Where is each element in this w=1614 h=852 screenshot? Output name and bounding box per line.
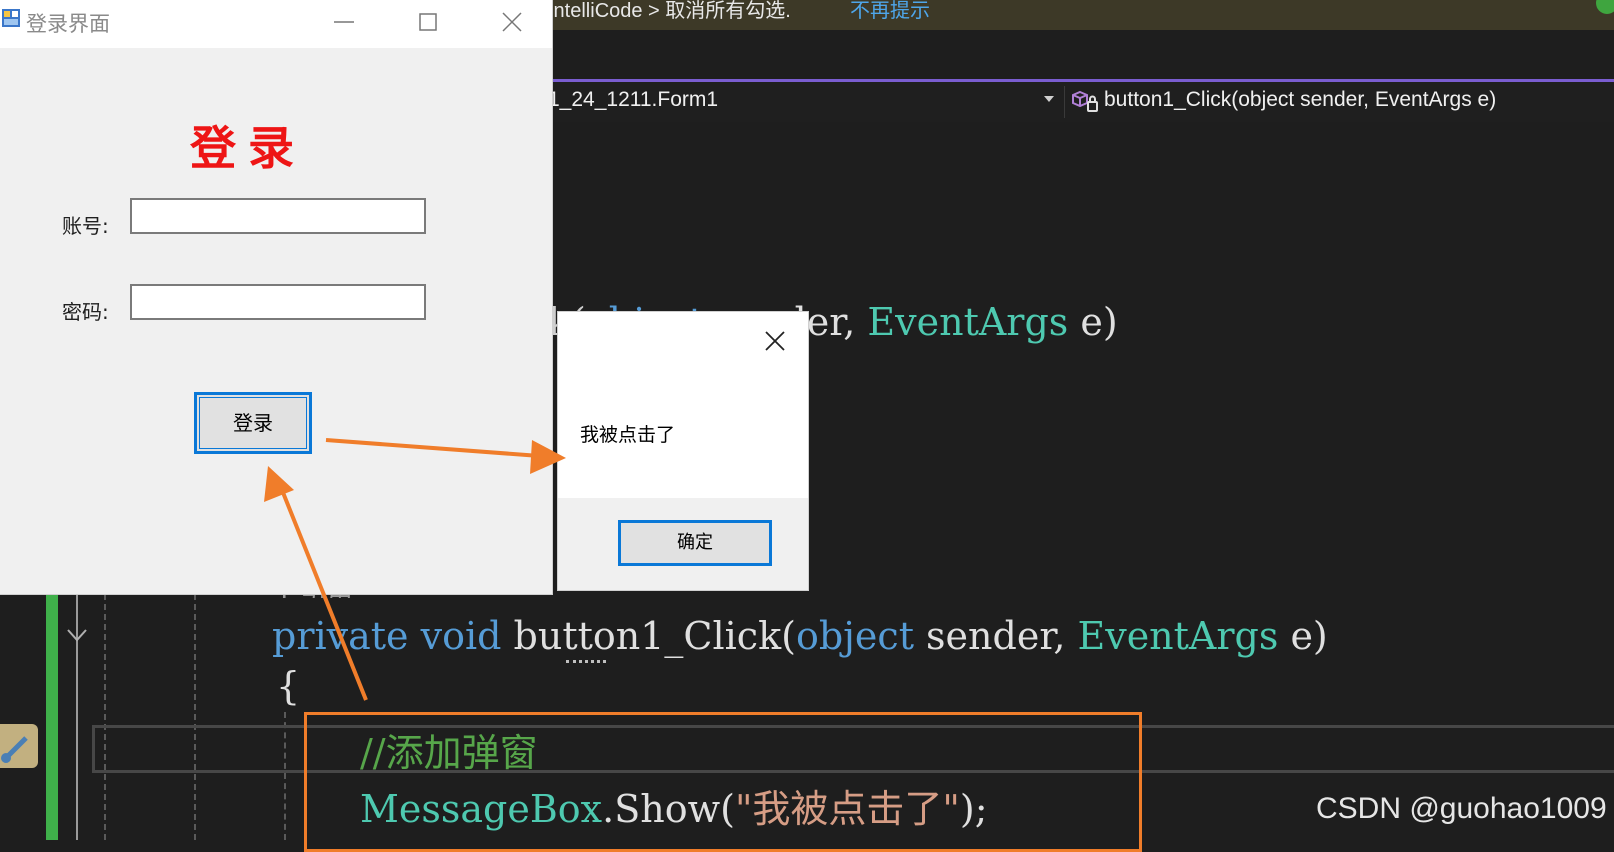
close-icon[interactable]	[498, 8, 526, 36]
minimize-icon[interactable]	[330, 8, 358, 36]
account-input[interactable]	[130, 198, 426, 234]
login-window: 登录界面 登录 账号: 密码: 登录	[0, 0, 552, 594]
code-type: EventArgs	[867, 300, 1069, 344]
code-identifier: sender,	[913, 614, 1078, 658]
code-identifier: e)	[1278, 614, 1328, 658]
code-keyword: void	[420, 614, 502, 658]
divider	[1064, 86, 1065, 118]
class-dropdown[interactable]: 1_24_1211.Form1	[548, 88, 718, 112]
password-input[interactable]	[130, 284, 426, 320]
infobar-message: IntelliCode > 取消所有勾选.	[548, 0, 791, 22]
annotation-highlight-box	[304, 712, 1142, 852]
maximize-icon[interactable]	[414, 8, 442, 36]
code-keyword: object	[795, 614, 914, 658]
message-box: 我被点击了 确定	[558, 312, 808, 590]
close-icon[interactable]	[760, 326, 790, 356]
account-label: 账号:	[62, 214, 109, 238]
login-heading: 登录	[190, 121, 306, 175]
indent-guide	[104, 594, 106, 840]
code-method-name: button1_Click	[513, 614, 782, 658]
change-indicator	[46, 590, 58, 840]
code-type: EventArgs	[1077, 614, 1279, 658]
window-titlebar[interactable]: 登录界面	[0, 0, 552, 48]
suggestion-dots	[566, 660, 606, 663]
code-open-brace: {	[276, 664, 301, 708]
screwdriver-icon	[1, 736, 28, 763]
app-icon	[2, 9, 20, 27]
code-line-signature: private void button1_Click(object sender…	[272, 614, 1328, 658]
infobar-dismiss-link[interactable]: 不再提示	[850, 0, 930, 23]
code-keyword: private	[272, 614, 409, 658]
indent-guide	[194, 594, 196, 840]
ok-button[interactable]: 确定	[618, 520, 772, 566]
status-dot	[1596, 0, 1614, 14]
method-cube-icon	[1072, 90, 1098, 112]
password-label: 密码:	[62, 300, 109, 324]
method-dropdown[interactable]: button1_Click(object sender, EventArgs e…	[1104, 88, 1496, 112]
fold-chevron-icon[interactable]	[62, 626, 92, 646]
code-identifier: e)	[1068, 300, 1118, 344]
login-button[interactable]: 登录	[194, 392, 312, 454]
watermark: CSDN @guohao1009	[1316, 792, 1607, 825]
code-punct: (	[781, 614, 796, 658]
chevron-down-icon[interactable]	[1044, 96, 1054, 102]
window-title: 登录界面	[26, 12, 110, 36]
quick-action-icon[interactable]	[0, 724, 38, 768]
message-text: 我被点击了	[580, 424, 676, 446]
